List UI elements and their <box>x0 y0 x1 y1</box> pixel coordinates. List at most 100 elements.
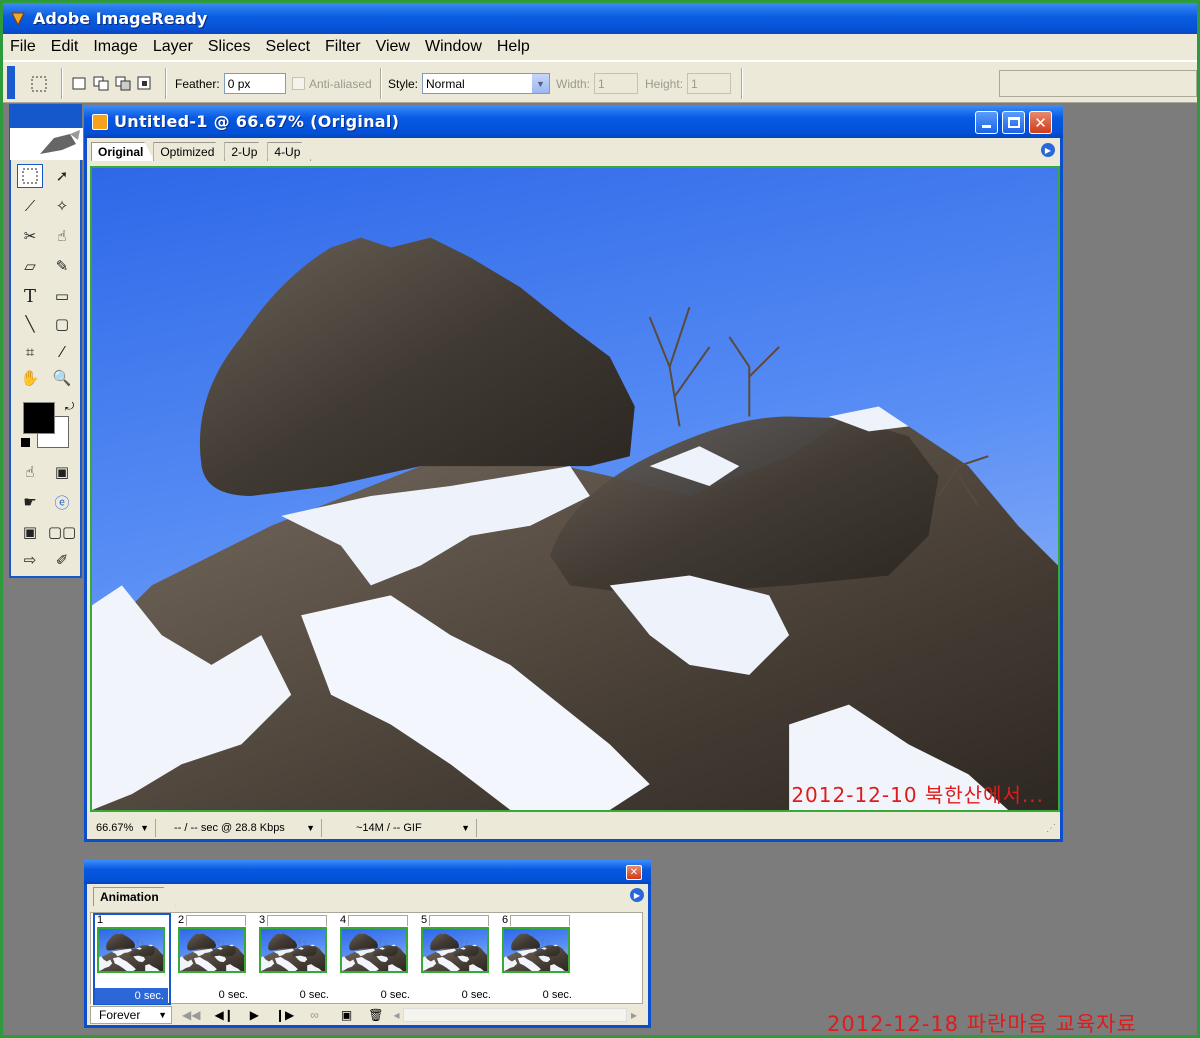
edit-in-photoshop-icon[interactable]: ✐ <box>49 548 75 572</box>
frame-delay-select[interactable]: 0 sec. <box>415 989 491 1001</box>
loop-select[interactable]: Forever ▼ <box>90 1006 172 1024</box>
status-bar: 66.67% ▼ -- / -- sec @ 28.8 Kbps ▼ ~14M / … <box>90 818 1056 838</box>
new-selection-icon[interactable] <box>71 75 88 92</box>
frames-scrollbar[interactable] <box>403 1008 627 1022</box>
previous-frame-icon[interactable]: ◀❙ <box>214 1008 233 1022</box>
play-icon[interactable]: ▶ <box>250 1008 259 1022</box>
palette-well[interactable] <box>999 70 1197 97</box>
scroll-left-icon[interactable]: ◂ <box>393 1008 399 1022</box>
image-map-tool-icon[interactable]: ☝ <box>17 460 43 484</box>
menu-file[interactable]: File <box>3 38 44 56</box>
menu-edit[interactable]: Edit <box>44 38 87 56</box>
tab-optimized[interactable]: Optimized <box>153 142 225 161</box>
tab-animation[interactable]: Animation <box>93 887 176 906</box>
menu-slices[interactable]: Slices <box>201 38 259 56</box>
animation-frame[interactable]: 2 0 sec. <box>172 913 252 1005</box>
tween-icon[interactable]: ∞ <box>310 1008 319 1022</box>
rectangle-tool-icon[interactable]: ▭ <box>49 284 75 308</box>
animation-frame[interactable]: 1 0 sec. <box>91 913 171 1005</box>
rect-marquee-tool-icon[interactable] <box>17 164 43 188</box>
frame-number: 1 <box>97 914 104 926</box>
type-tool-icon[interactable]: T <box>17 284 43 308</box>
menu-window[interactable]: Window <box>418 38 490 56</box>
brush-tool-icon[interactable]: ✎ <box>49 254 75 278</box>
height-label: Height: <box>645 76 684 91</box>
default-colors-icon[interactable] <box>21 438 30 447</box>
animation-frame[interactable]: 3 0 sec. <box>253 913 333 1005</box>
screen-mode-standard-icon[interactable]: ▣ <box>17 520 43 544</box>
resize-grip-icon[interactable]: ⋰ <box>1046 823 1056 834</box>
menu-select[interactable]: Select <box>259 38 318 56</box>
crop-tool-icon[interactable]: ⌗ <box>17 340 43 364</box>
swap-colors-icon[interactable]: ⤾ <box>65 400 74 414</box>
next-frame-icon[interactable]: ❙▶ <box>275 1008 294 1022</box>
preview-browser-icon[interactable]: ⓔ <box>49 490 75 514</box>
delete-frame-icon[interactable]: 🗑 <box>368 1008 383 1022</box>
intersect-selection-icon[interactable] <box>137 75 154 92</box>
menu-help[interactable]: Help <box>490 38 538 56</box>
size-format-select[interactable]: ~14M / -- GIF ▼ <box>322 819 477 837</box>
antialiased-checkbox[interactable] <box>292 77 305 90</box>
zoom-select[interactable]: 66.67% ▼ <box>90 819 156 837</box>
rollover-preview-icon[interactable]: ☛ <box>17 490 43 514</box>
close-button[interactable]: ✕ <box>1029 111 1052 134</box>
eyedropper-tool-icon[interactable]: ⁄ <box>49 340 75 364</box>
antialiased-label: Anti-aliased <box>309 76 372 91</box>
close-icon[interactable]: ✕ <box>626 865 642 880</box>
document-title: Untitled-1 @ 66.67% (Original) <box>114 112 400 131</box>
palette-menu-arrow-icon[interactable]: ▶ <box>1041 143 1055 157</box>
animation-frame[interactable]: 6 0 sec. <box>496 913 576 1005</box>
width-input[interactable]: 1 <box>594 73 639 94</box>
menu-view[interactable]: View <box>369 38 418 56</box>
tab-original[interactable]: Original <box>91 142 154 161</box>
frame-delay-select[interactable]: 0 sec. <box>496 989 572 1001</box>
subtract-selection-icon[interactable] <box>115 75 132 92</box>
foreground-color-swatch[interactable] <box>23 402 55 434</box>
first-frame-icon[interactable]: ◀◀ <box>182 1008 200 1022</box>
height-input[interactable]: 1 <box>687 73 732 94</box>
rounded-rect-tool-icon[interactable]: ▢ <box>49 312 75 336</box>
frame-delay-select[interactable]: 0 sec. <box>172 989 248 1001</box>
toolbox-title-bar[interactable] <box>11 106 80 128</box>
menu-image[interactable]: Image <box>86 38 145 56</box>
document-title-bar[interactable]: Untitled-1 @ 66.67% (Original) ✕ <box>84 105 1063 138</box>
zoom-tool-icon[interactable]: 🔍 <box>49 366 75 390</box>
feather-input[interactable]: 0 px <box>223 73 286 94</box>
animation-title-bar[interactable]: ✕ <box>84 860 651 884</box>
minimize-button[interactable] <box>975 111 998 134</box>
tab-4up[interactable]: 4-Up <box>267 142 311 161</box>
lasso-tool-icon[interactable]: ⟋ <box>17 194 43 218</box>
tab-2up[interactable]: 2-Up <box>224 142 268 161</box>
line-tool-icon[interactable]: ╲ <box>17 312 43 336</box>
jump-to-photoshop-icon[interactable]: ⇨ <box>17 548 43 572</box>
frame-delay-select[interactable]: 0 sec. <box>95 988 168 1004</box>
slice-select-tool-icon[interactable]: ☝ <box>49 224 75 248</box>
screen-mode-full-icon[interactable]: ▢▢ <box>48 520 76 544</box>
animation-frame[interactable]: 4 0 sec. <box>334 913 414 1005</box>
palette-menu-arrow-icon[interactable]: ▶ <box>630 888 644 902</box>
marquee-tool-preset[interactable] <box>27 70 51 97</box>
style-select[interactable]: Normal ▼ <box>422 73 551 94</box>
scroll-right-icon[interactable]: ▸ <box>631 1008 637 1022</box>
new-frame-icon[interactable]: ▣ <box>341 1008 352 1022</box>
slice-tool-icon[interactable]: ✂ <box>17 224 43 248</box>
chevron-down-icon[interactable]: ▼ <box>532 74 550 93</box>
maximize-button[interactable] <box>1002 111 1025 134</box>
frame-delay-select[interactable]: 0 sec. <box>334 989 410 1001</box>
magic-wand-tool-icon[interactable]: ✧ <box>49 194 75 218</box>
add-selection-icon[interactable] <box>93 75 110 92</box>
menu-filter[interactable]: Filter <box>318 38 369 56</box>
animation-frame[interactable]: 5 0 sec. <box>415 913 495 1005</box>
eraser-tool-icon[interactable]: ▱ <box>17 254 43 278</box>
image-canvas[interactable]: 2012-12-10 북한산에서... <box>90 166 1060 812</box>
download-time-select[interactable]: -- / -- sec @ 28.8 Kbps ▼ <box>156 819 322 837</box>
frame-thumbnail <box>97 927 165 973</box>
slice-visibility-icon[interactable]: ▣ <box>49 460 75 484</box>
hand-tool-icon[interactable]: ✋ <box>17 366 43 390</box>
style-group: Style: Normal ▼ <box>388 70 551 97</box>
options-bar-grip[interactable] <box>7 66 15 99</box>
menu-layer[interactable]: Layer <box>146 38 201 56</box>
frame-delay-select[interactable]: 0 sec. <box>253 989 329 1001</box>
move-tool-icon[interactable]: ➚ <box>49 164 75 188</box>
frame-header <box>429 915 489 926</box>
